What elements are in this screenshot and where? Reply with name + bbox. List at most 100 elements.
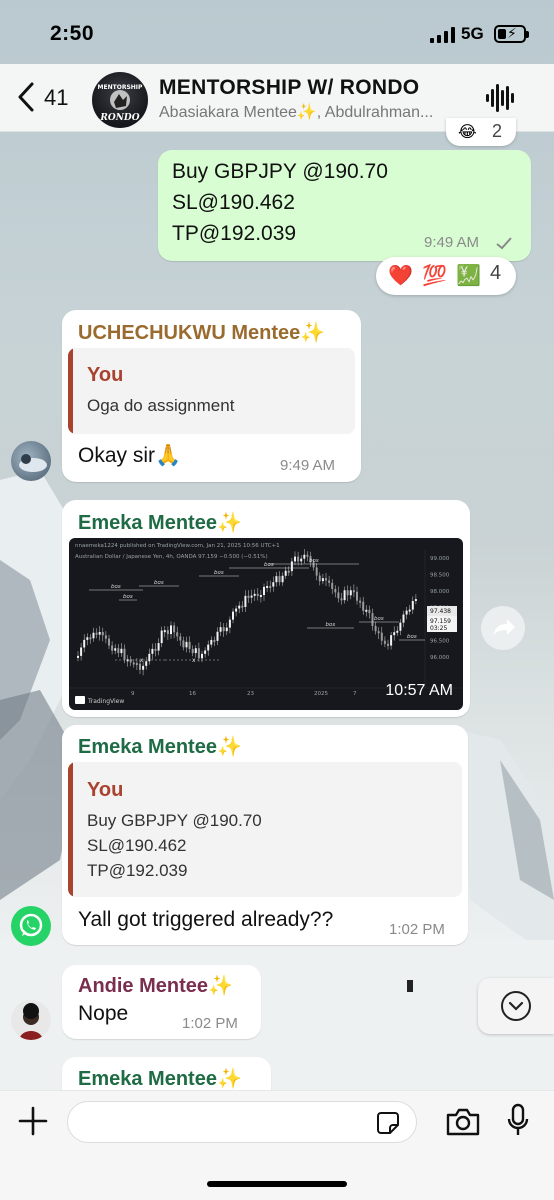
group-title[interactable]: MENTORSHIP W/ RONDO <box>159 76 419 100</box>
date-tick: 23 <box>247 691 254 697</box>
candle-body <box>396 630 399 633</box>
quote-text: Oga do assignment <box>87 396 235 415</box>
sticker-icon[interactable] <box>376 1111 400 1135</box>
candle-body <box>281 575 284 583</box>
date-tick: 16 <box>189 691 196 697</box>
candle-body <box>294 556 296 562</box>
unread-chats-count[interactable]: 41 <box>44 85 68 111</box>
chart-symbol: Australian Dollar / Japanese Yen, 4h, OA… <box>75 554 268 560</box>
candle-body <box>188 641 191 649</box>
heart-emoji-icon: ❤️ <box>388 265 413 287</box>
whatsapp-logo-icon <box>19 913 43 937</box>
sender-name[interactable]: Emeka Mentee✨ <box>78 734 242 759</box>
candle-body <box>142 665 145 670</box>
candle-body <box>390 635 393 646</box>
group-members[interactable]: Abasiakara Mentee✨, Abdulrahman... <box>159 102 469 122</box>
candle-body <box>290 561 293 572</box>
candle-body <box>263 586 265 596</box>
candle-body <box>80 647 83 656</box>
candle-body <box>275 576 278 583</box>
incoming-message[interactable]: UCHECHUKWU Mentee✨ You Oga do assignment… <box>62 310 361 482</box>
outgoing-message[interactable]: Buy GBPJPY @190.70 SL@190.462 TP@192.039… <box>158 150 531 261</box>
quote-author: You <box>87 364 124 386</box>
candle-body <box>222 627 225 632</box>
date-tick: 2025 <box>314 691 328 697</box>
message-text: Okay sir🙏 <box>78 444 182 467</box>
x-marker: x <box>140 657 144 664</box>
candle-body <box>334 588 337 593</box>
message-time: 1:02 PM <box>182 1015 238 1032</box>
candle-body <box>160 630 163 644</box>
candle-body <box>315 567 318 576</box>
forward-icon <box>494 619 515 635</box>
plus-icon[interactable] <box>17 1105 49 1137</box>
sender-name[interactable]: UCHECHUKWU Mentee✨ <box>78 320 325 345</box>
reaction-count: 4 <box>490 262 502 284</box>
whatsapp-avatar[interactable] <box>11 906 51 946</box>
candle-body <box>303 554 306 559</box>
candle-body <box>157 643 160 651</box>
candle-body <box>356 591 358 601</box>
avatar-text-top: MENTORSHIP <box>98 84 143 91</box>
back-chevron-icon[interactable] <box>12 79 42 115</box>
incoming-message[interactable]: Andie Mentee✨ Nope 1:02 PM <box>62 965 261 1039</box>
candle-body <box>349 590 352 596</box>
andie-avatar[interactable] <box>11 1000 51 1040</box>
price-tick: 98.000 <box>430 589 450 595</box>
candle-body <box>365 609 368 612</box>
message-reactions[interactable]: ❤️ 💯 💹 4 <box>376 257 516 295</box>
candle-body <box>300 558 303 562</box>
message-line: TP@192.039 <box>172 222 297 245</box>
scroll-to-bottom-button[interactable] <box>478 978 554 1034</box>
sender-name[interactable]: Andie Mentee✨ <box>78 973 233 998</box>
voice-chat-waveform-icon[interactable] <box>486 83 514 113</box>
chart-screenshot-image[interactable]: nnaemeka1224 published on TradingView.co… <box>69 538 463 710</box>
bos-label: bos <box>154 580 164 586</box>
date-tick: 9 <box>131 691 135 697</box>
candle-body <box>101 631 104 636</box>
candle-body <box>325 578 327 581</box>
message-time: 1:02 PM <box>389 921 445 938</box>
candle-body <box>228 619 231 628</box>
candle-body <box>117 648 120 654</box>
reaction-count: 2 <box>492 121 503 141</box>
status-time: 2:50 <box>50 22 95 45</box>
candle-body <box>256 593 259 596</box>
candle-body <box>98 631 101 635</box>
group-avatar[interactable]: MENTORSHIP RONDO <box>92 72 148 128</box>
candle-body <box>126 659 129 662</box>
bos-label: bos <box>309 558 319 564</box>
sender-name[interactable]: Emeka Mentee✨ <box>78 1066 242 1091</box>
chevron-down-icon <box>501 991 531 1021</box>
quote-line: TP@192.039 <box>87 861 188 880</box>
candle-body <box>179 636 182 641</box>
previous-message-reaction[interactable]: 😂 2 <box>446 118 516 146</box>
candle-body <box>191 648 194 654</box>
message-input[interactable] <box>67 1101 417 1143</box>
candle-body <box>111 645 114 651</box>
price-tick: 96.000 <box>430 655 450 661</box>
candle-body <box>123 648 126 660</box>
sender-name[interactable]: Emeka Mentee✨ <box>78 510 242 535</box>
candle-body <box>368 609 371 614</box>
bos-label: bos <box>123 594 133 600</box>
candle-body <box>132 662 135 665</box>
candle-body <box>204 650 207 654</box>
candle-body <box>197 648 200 659</box>
x-marker: x <box>192 657 196 664</box>
uchechukwu-avatar[interactable] <box>11 441 51 481</box>
candle-body <box>408 609 411 612</box>
incoming-message[interactable]: Emeka Mentee✨ You Buy GBPJPY @190.70 SL@… <box>62 725 468 945</box>
candle-body <box>201 653 203 659</box>
candle-body <box>297 556 300 562</box>
candle-body <box>346 590 349 596</box>
message-text: Yall got triggered already?? <box>78 908 334 931</box>
quoted-message[interactable]: You Oga do assignment <box>68 348 355 434</box>
microphone-icon[interactable] <box>506 1103 530 1139</box>
battery-icon: ⚡ <box>494 25 529 43</box>
camera-icon[interactable] <box>445 1107 481 1137</box>
candle-body <box>250 595 253 598</box>
quoted-message[interactable]: You Buy GBPJPY @190.70 SL@190.462 TP@192… <box>68 762 462 897</box>
laugh-emoji-icon: 😂 <box>458 124 477 141</box>
forward-button[interactable] <box>481 606 525 650</box>
